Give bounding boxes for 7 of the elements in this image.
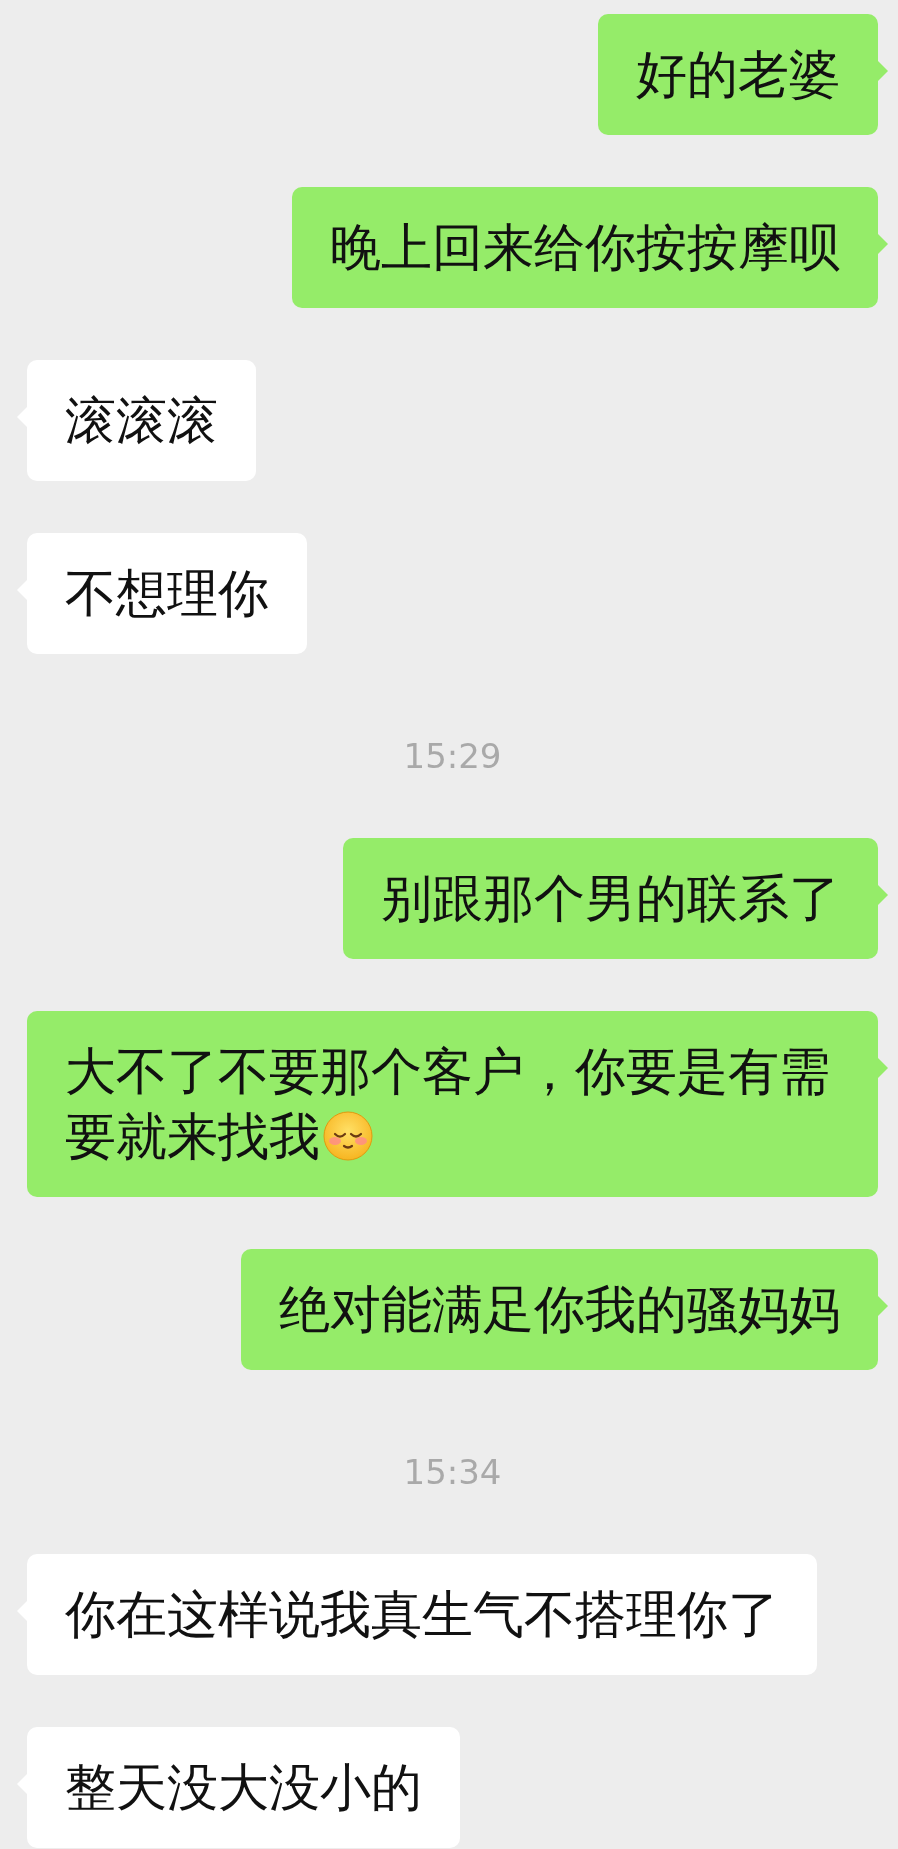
- bubble-tail: [877, 884, 888, 906]
- bubble-tail: [877, 233, 888, 255]
- bubble-tail: [877, 1295, 888, 1317]
- timestamp: 15:29: [403, 736, 502, 776]
- bubble-tail: [877, 1057, 888, 1079]
- bubble-tail: [877, 60, 888, 82]
- timestamp: 15:34: [403, 1452, 502, 1492]
